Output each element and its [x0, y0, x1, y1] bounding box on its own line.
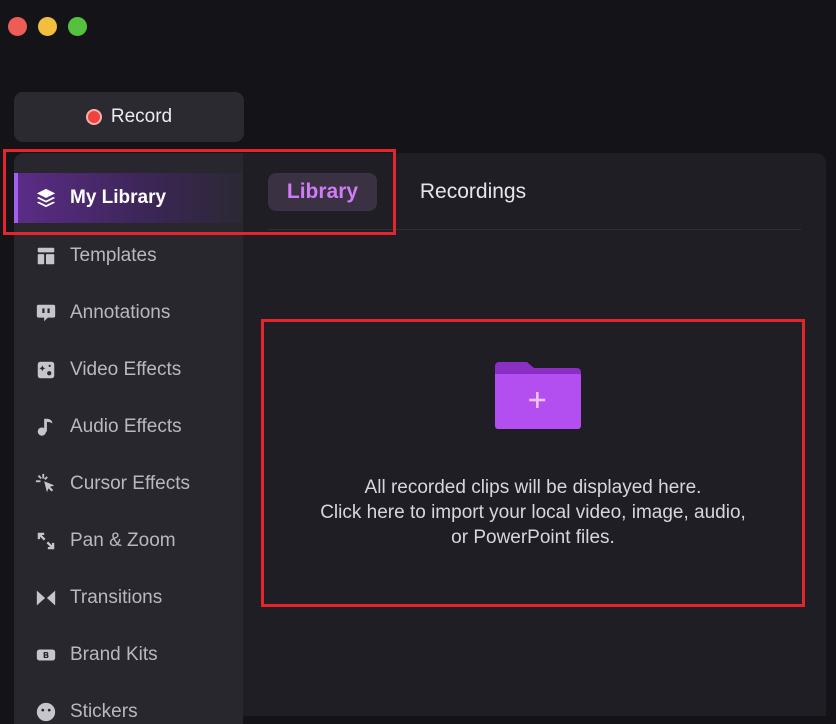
pan-zoom-icon	[35, 530, 57, 552]
video-effects-icon	[35, 359, 57, 381]
sidebar: My Library Templates Annotations Video E…	[14, 153, 243, 724]
sidebar-item-label: Transitions	[70, 587, 163, 608]
close-window-button[interactable]	[8, 17, 27, 36]
sidebar-item-label: Audio Effects	[70, 416, 182, 437]
dropzone-message: All recorded clips will be displayed her…	[273, 475, 793, 550]
app-window: Record My Library Templates Annotations …	[0, 0, 836, 724]
sidebar-item-label: Templates	[70, 245, 157, 266]
tab-label: Library	[286, 180, 359, 203]
sidebar-item-label: Cursor Effects	[70, 473, 191, 494]
sidebar-item-pan-zoom[interactable]: Pan & Zoom	[14, 516, 243, 566]
cursor-click-icon	[35, 473, 57, 495]
record-dot-icon	[85, 109, 102, 125]
sidebar-item-video-effects[interactable]: Video Effects	[14, 345, 243, 395]
sidebar-item-label: Pan & Zoom	[70, 530, 176, 551]
dropzone-line: or PowerPoint files.	[451, 527, 615, 548]
minimize-window-button[interactable]	[38, 17, 57, 36]
sidebar-item-transitions[interactable]: Transitions	[14, 573, 243, 623]
transition-icon	[35, 587, 57, 609]
maximize-window-button[interactable]	[68, 17, 87, 36]
folder-plus-icon	[495, 362, 581, 429]
sidebar-item-templates[interactable]: Templates	[14, 231, 243, 281]
template-icon	[35, 245, 57, 267]
sidebar-item-label: Video Effects	[70, 359, 182, 380]
record-button-label: Record	[110, 106, 173, 127]
import-dropzone[interactable]: All recorded clips will be displayed her…	[273, 331, 793, 571]
tab-library[interactable]: Library	[268, 173, 377, 211]
window-controls	[8, 17, 87, 36]
layers-icon	[35, 187, 57, 209]
dropzone-line: Click here to import your local video, i…	[320, 502, 746, 523]
music-note-icon	[35, 416, 57, 438]
sidebar-item-audio-effects[interactable]: Audio Effects	[14, 402, 243, 452]
tab-recordings[interactable]: Recordings	[403, 173, 543, 211]
record-button[interactable]: Record	[14, 92, 244, 142]
speech-bubble-icon	[35, 302, 57, 324]
sidebar-item-brand-kits[interactable]: B Brand Kits	[14, 630, 243, 680]
sidebar-item-label: Annotations	[70, 302, 171, 323]
svg-text:B: B	[43, 650, 49, 660]
sidebar-item-label: Brand Kits	[70, 644, 158, 665]
tab-divider	[268, 229, 801, 230]
sidebar-item-my-library[interactable]: My Library	[14, 173, 243, 223]
tab-label: Recordings	[419, 180, 527, 203]
brand-kit-icon: B	[35, 644, 57, 666]
sidebar-item-label: Stickers	[70, 701, 138, 722]
sidebar-item-stickers[interactable]: Stickers	[14, 687, 243, 724]
sticker-icon	[35, 701, 57, 723]
sidebar-item-cursor-effects[interactable]: Cursor Effects	[14, 459, 243, 509]
dropzone-line: All recorded clips will be displayed her…	[364, 477, 702, 498]
sidebar-item-annotations[interactable]: Annotations	[14, 288, 243, 338]
sidebar-item-label: My Library	[70, 187, 167, 208]
main-panel: Library Recordings All recorded clips wi…	[243, 153, 826, 716]
